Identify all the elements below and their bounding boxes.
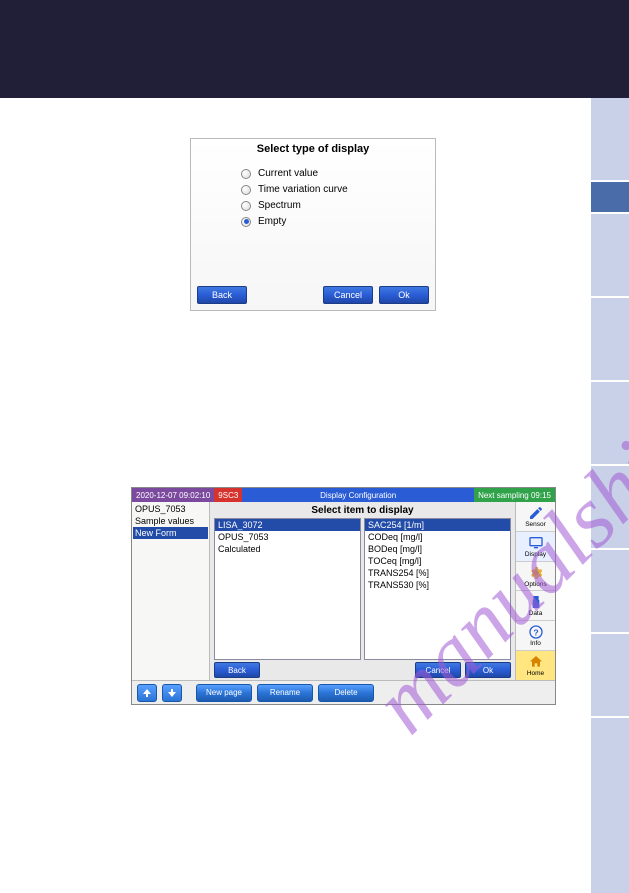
arrow-up-icon [142,688,152,698]
bottom-action-bar: New page Rename Delete [132,680,555,704]
back-button[interactable]: Back [214,662,260,678]
display-configuration-screen: 2020-12-07 09:02:10 9SC3 Display Configu… [131,487,556,705]
status-datetime: 2020-12-07 09:02:10 [132,488,214,502]
radio-label: Spectrum [258,200,301,211]
ok-button[interactable]: Ok [379,286,429,304]
options-button[interactable]: Options [516,562,555,592]
list-item[interactable]: Calculated [215,543,360,555]
move-up-button[interactable] [137,684,157,702]
document-side-tabs [591,98,629,893]
list-item[interactable]: CODeq [mg/l] [365,531,510,543]
source-listbox[interactable]: LISA_3072 OPUS_7053 Calculated [214,518,361,660]
nav-tree: OPUS_7053 Sample values New Form [132,502,210,680]
dialog-title: Select type of display [191,139,435,159]
radio-spectrum[interactable]: Spectrum [241,200,435,211]
list-item[interactable]: TOCeq [mg/l] [365,555,510,567]
data-button[interactable]: Data [516,591,555,621]
question-icon: ? [528,624,544,640]
monitor-icon [528,535,544,551]
list-item[interactable]: SAC254 [1/m] [365,519,510,531]
status-bar: 2020-12-07 09:02:10 9SC3 Display Configu… [132,488,555,502]
parameter-listbox[interactable]: SAC254 [1/m] CODeq [mg/l] BODeq [mg/l] T… [364,518,511,660]
radio-current-value[interactable]: Current value [241,168,435,179]
toolbar-label: Sensor [525,521,546,528]
toolbar-label: Display [525,551,546,558]
radio-label: Empty [258,216,286,227]
radio-label: Time variation curve [258,184,348,195]
sensor-button[interactable]: Sensor [516,502,555,532]
rename-button[interactable]: Rename [257,684,313,702]
select-item-panel: Select item to display LISA_3072 OPUS_70… [210,502,515,680]
new-page-button[interactable]: New page [196,684,252,702]
dialog-button-bar: Back Cancel Ok [191,284,435,310]
radio-empty[interactable]: Empty [241,216,435,227]
status-next-sampling: Next sampling 09:15 [474,488,555,502]
usb-icon [528,594,544,610]
radio-icon [241,217,251,227]
svg-text:?: ? [533,628,538,638]
select-display-type-dialog: Select type of display Current value Tim… [190,138,436,311]
gear-icon [528,565,544,581]
list-item[interactable]: LISA_3072 [215,519,360,531]
toolbar-label: Data [529,610,543,617]
radio-label: Current value [258,168,318,179]
document-header-band [0,0,629,98]
back-button[interactable]: Back [197,286,247,304]
home-icon [528,654,544,670]
tree-item[interactable]: Sample values [133,515,208,527]
cancel-button[interactable]: Cancel [323,286,373,304]
radio-time-variation[interactable]: Time variation curve [241,184,435,195]
tree-item[interactable]: OPUS_7053 [133,503,208,515]
toolbar-label: Options [524,581,546,588]
delete-button[interactable]: Delete [318,684,374,702]
radio-icon [241,201,251,211]
info-button[interactable]: ? Info [516,621,555,651]
ok-button[interactable]: Ok [465,662,511,678]
list-item[interactable]: BODeq [mg/l] [365,543,510,555]
status-code: 9SC3 [214,488,242,502]
list-item[interactable]: OPUS_7053 [215,531,360,543]
right-toolbar: Sensor Display Options Data ? Info [515,502,555,680]
toolbar-label: Home [527,670,544,677]
radio-icon [241,185,251,195]
radio-icon [241,169,251,179]
arrow-down-icon [167,688,177,698]
display-button[interactable]: Display [516,532,555,562]
radio-group: Current value Time variation curve Spect… [191,159,435,284]
panel-button-bar: Back Cancel Ok [214,660,511,678]
pencil-icon [528,505,544,521]
cancel-button[interactable]: Cancel [415,662,461,678]
list-item[interactable]: TRANS530 [%] [365,579,510,591]
panel-title: Select item to display [214,505,511,518]
tree-item[interactable]: New Form [133,527,208,539]
move-down-button[interactable] [162,684,182,702]
home-button[interactable]: Home [516,651,555,680]
status-title: Display Configuration [242,488,474,502]
list-item[interactable]: TRANS254 [%] [365,567,510,579]
toolbar-label: Info [530,640,541,647]
